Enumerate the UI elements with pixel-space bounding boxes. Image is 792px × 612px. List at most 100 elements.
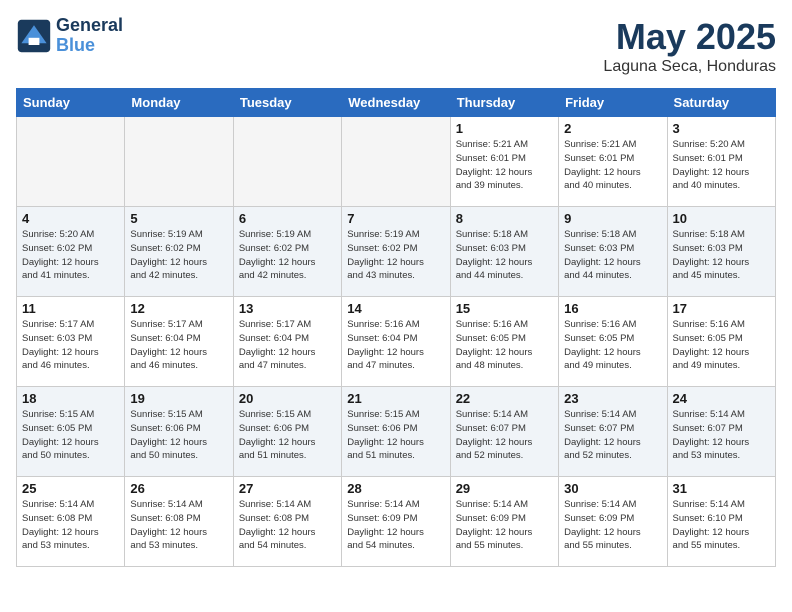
logo-line1: General	[56, 16, 123, 36]
calendar-cell: 11 Sunrise: 5:17 AM Sunset: 6:03 PM Dayli…	[17, 297, 125, 387]
day-number: 31	[673, 481, 770, 496]
day-number: 13	[239, 301, 336, 316]
calendar-cell: 28Sunrise: 5:14 AM Sunset: 6:09 PM Dayli…	[342, 477, 450, 567]
calendar-cell: 14 Sunrise: 5:16 AM Sunset: 6:04 PM Dayli…	[342, 297, 450, 387]
day-number: 21	[347, 391, 444, 406]
weekday-header-wednesday: Wednesday	[342, 89, 450, 117]
day-info: Sunrise: 5:14 AM Sunset: 6:08 PM Dayligh…	[239, 498, 336, 553]
day-info: Sunrise: 5:17 AM Sunset: 6:04 PM Dayligh…	[130, 318, 227, 373]
day-number: 7	[347, 211, 444, 226]
calendar-cell: 15 Sunrise: 5:16 AM Sunset: 6:05 PM Dayli…	[450, 297, 558, 387]
calendar-cell: 25 Sunrise: 5:14 AM Sunset: 6:08 PM Dayli…	[17, 477, 125, 567]
day-number: 9	[564, 211, 661, 226]
logo: General Blue	[16, 16, 123, 56]
calendar-cell: 7 Sunrise: 5:19 AM Sunset: 6:02 PM Daylig…	[342, 207, 450, 297]
weekday-header-monday: Monday	[125, 89, 233, 117]
day-info: Sunrise: 5:21 AM Sunset: 6:01 PM Dayligh…	[564, 138, 661, 193]
calendar-week-1: 1 Sunrise: 5:21 AM Sunset: 6:01 PM Daylig…	[17, 117, 776, 207]
day-number: 20	[239, 391, 336, 406]
day-number: 10	[673, 211, 770, 226]
calendar-cell: 29 Sunrise: 5:14 AM Sunset: 6:09 PM Dayli…	[450, 477, 558, 567]
day-number: 5	[130, 211, 227, 226]
calendar-cell	[125, 117, 233, 207]
location: Laguna Seca, Honduras	[603, 58, 776, 76]
calendar-cell: 13 Sunrise: 5:17 AM Sunset: 6:04 PM Dayli…	[233, 297, 341, 387]
page-header: General Blue May 2025 Laguna Seca, Hondu…	[16, 16, 776, 76]
calendar-cell: 5Sunrise: 5:19 AM Sunset: 6:02 PM Daylig…	[125, 207, 233, 297]
day-info: Sunrise: 5:16 AM Sunset: 6:04 PM Dayligh…	[347, 318, 444, 373]
day-number: 4	[22, 211, 119, 226]
calendar-cell: 20 Sunrise: 5:15 AM Sunset: 6:06 PM Dayli…	[233, 387, 341, 477]
day-info: Sunrise: 5:18 AM Sunset: 6:03 PM Dayligh…	[456, 228, 553, 283]
logo-line2: Blue	[56, 36, 123, 56]
day-number: 19	[130, 391, 227, 406]
day-number: 14	[347, 301, 444, 316]
day-info: Sunrise: 5:20 AM Sunset: 6:02 PM Dayligh…	[22, 228, 119, 283]
day-number: 24	[673, 391, 770, 406]
day-info: Sunrise: 5:14 AM Sunset: 6:09 PM Dayligh…	[456, 498, 553, 553]
day-number: 25	[22, 481, 119, 496]
day-info: Sunrise: 5:14 AM Sunset: 6:07 PM Dayligh…	[456, 408, 553, 463]
calendar-cell: 24Sunrise: 5:14 AM Sunset: 6:07 PM Dayli…	[667, 387, 775, 477]
calendar-cell: 16 Sunrise: 5:16 AM Sunset: 6:05 PM Dayli…	[559, 297, 667, 387]
day-info: Sunrise: 5:20 AM Sunset: 6:01 PM Dayligh…	[673, 138, 770, 193]
weekday-header-friday: Friday	[559, 89, 667, 117]
weekday-header-thursday: Thursday	[450, 89, 558, 117]
calendar-cell: 1Sunrise: 5:21 AM Sunset: 6:01 PM Daylig…	[450, 117, 558, 207]
calendar-cell: 22 Sunrise: 5:14 AM Sunset: 6:07 PM Dayli…	[450, 387, 558, 477]
calendar-cell: 10 Sunrise: 5:18 AM Sunset: 6:03 PM Dayli…	[667, 207, 775, 297]
weekday-header-saturday: Saturday	[667, 89, 775, 117]
day-number: 16	[564, 301, 661, 316]
calendar-cell: 30Sunrise: 5:14 AM Sunset: 6:09 PM Dayli…	[559, 477, 667, 567]
day-info: Sunrise: 5:18 AM Sunset: 6:03 PM Dayligh…	[673, 228, 770, 283]
calendar-cell: 27Sunrise: 5:14 AM Sunset: 6:08 PM Dayli…	[233, 477, 341, 567]
calendar-week-3: 11 Sunrise: 5:17 AM Sunset: 6:03 PM Dayli…	[17, 297, 776, 387]
calendar-cell: 9 Sunrise: 5:18 AM Sunset: 6:03 PM Daylig…	[559, 207, 667, 297]
day-number: 18	[22, 391, 119, 406]
calendar-cell: 23Sunrise: 5:14 AM Sunset: 6:07 PM Dayli…	[559, 387, 667, 477]
day-number: 2	[564, 121, 661, 136]
calendar-body: 1 Sunrise: 5:21 AM Sunset: 6:01 PM Daylig…	[17, 117, 776, 567]
day-info: Sunrise: 5:17 AM Sunset: 6:04 PM Dayligh…	[239, 318, 336, 373]
title-block: May 2025 Laguna Seca, Honduras	[603, 16, 776, 76]
calendar-cell: 12 Sunrise: 5:17 AM Sunset: 6:04 PM Dayli…	[125, 297, 233, 387]
day-info: Sunrise: 5:15 AM Sunset: 6:06 PM Dayligh…	[130, 408, 227, 463]
calendar-table: SundayMondayTuesdayWednesdayThursdayFrid…	[16, 88, 776, 567]
day-number: 17	[673, 301, 770, 316]
day-info: Sunrise: 5:14 AM Sunset: 6:09 PM Dayligh…	[347, 498, 444, 553]
calendar-cell: 19 Sunrise: 5:15 AM Sunset: 6:06 PM Dayli…	[125, 387, 233, 477]
calendar-cell: 26 Sunrise: 5:14 AM Sunset: 6:08 PM Dayli…	[125, 477, 233, 567]
day-number: 22	[456, 391, 553, 406]
day-number: 1	[456, 121, 553, 136]
day-number: 26	[130, 481, 227, 496]
day-info: Sunrise: 5:14 AM Sunset: 6:08 PM Dayligh…	[130, 498, 227, 553]
calendar-cell: 4 Sunrise: 5:20 AM Sunset: 6:02 PM Daylig…	[17, 207, 125, 297]
day-number: 15	[456, 301, 553, 316]
calendar-cell	[233, 117, 341, 207]
calendar-cell: 18Sunrise: 5:15 AM Sunset: 6:05 PM Dayli…	[17, 387, 125, 477]
day-number: 3	[673, 121, 770, 136]
calendar-week-2: 4 Sunrise: 5:20 AM Sunset: 6:02 PM Daylig…	[17, 207, 776, 297]
day-info: Sunrise: 5:19 AM Sunset: 6:02 PM Dayligh…	[347, 228, 444, 283]
day-info: Sunrise: 5:16 AM Sunset: 6:05 PM Dayligh…	[456, 318, 553, 373]
calendar-week-5: 25 Sunrise: 5:14 AM Sunset: 6:08 PM Dayli…	[17, 477, 776, 567]
calendar-cell: 3 Sunrise: 5:20 AM Sunset: 6:01 PM Daylig…	[667, 117, 775, 207]
day-info: Sunrise: 5:18 AM Sunset: 6:03 PM Dayligh…	[564, 228, 661, 283]
day-info: Sunrise: 5:14 AM Sunset: 6:10 PM Dayligh…	[673, 498, 770, 553]
day-info: Sunrise: 5:17 AM Sunset: 6:03 PM Dayligh…	[22, 318, 119, 373]
logo-icon	[16, 18, 52, 54]
day-number: 12	[130, 301, 227, 316]
calendar-cell: 21Sunrise: 5:15 AM Sunset: 6:06 PM Dayli…	[342, 387, 450, 477]
day-info: Sunrise: 5:16 AM Sunset: 6:05 PM Dayligh…	[564, 318, 661, 373]
calendar-cell: 31 Sunrise: 5:14 AM Sunset: 6:10 PM Dayli…	[667, 477, 775, 567]
day-number: 11	[22, 301, 119, 316]
day-number: 29	[456, 481, 553, 496]
day-info: Sunrise: 5:14 AM Sunset: 6:08 PM Dayligh…	[22, 498, 119, 553]
calendar-week-4: 18Sunrise: 5:15 AM Sunset: 6:05 PM Dayli…	[17, 387, 776, 477]
calendar-cell: 6Sunrise: 5:19 AM Sunset: 6:02 PM Daylig…	[233, 207, 341, 297]
day-info: Sunrise: 5:15 AM Sunset: 6:06 PM Dayligh…	[239, 408, 336, 463]
day-info: Sunrise: 5:14 AM Sunset: 6:07 PM Dayligh…	[564, 408, 661, 463]
month-title: May 2025	[603, 16, 776, 58]
calendar-cell	[17, 117, 125, 207]
day-info: Sunrise: 5:14 AM Sunset: 6:09 PM Dayligh…	[564, 498, 661, 553]
